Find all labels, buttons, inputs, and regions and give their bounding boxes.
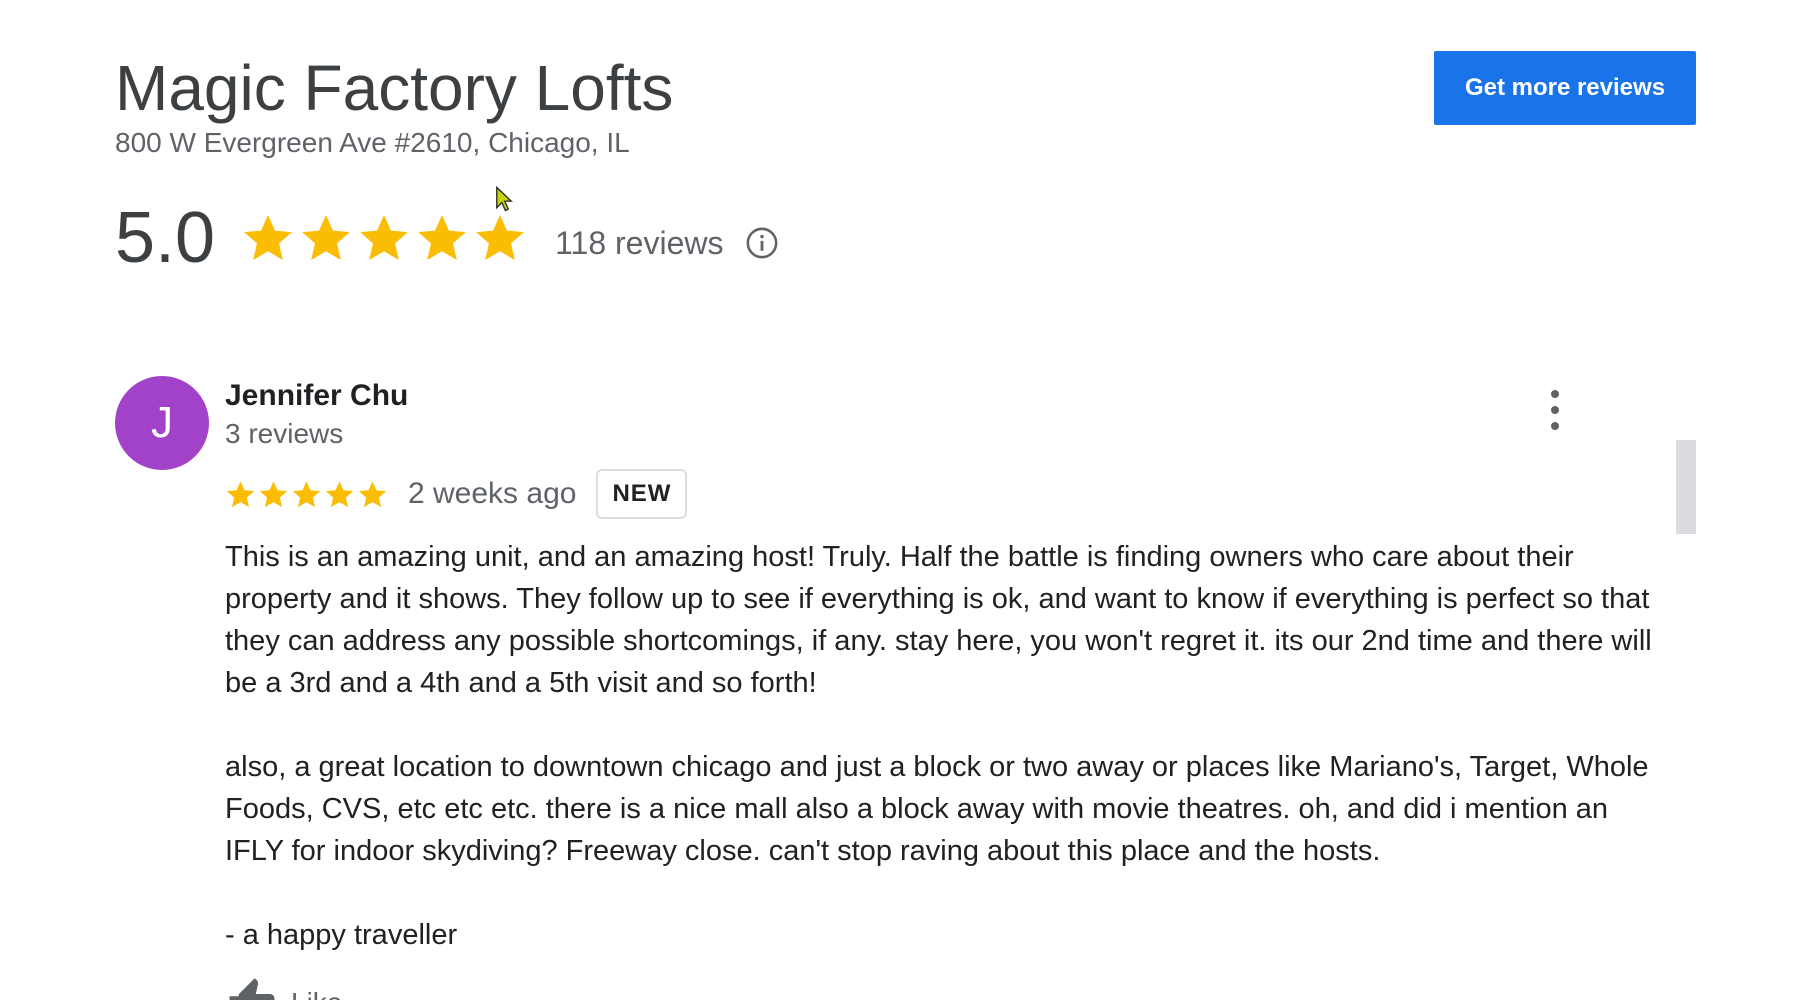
review-count: 118 reviews <box>555 224 724 261</box>
star-icon <box>418 215 466 261</box>
star-icon <box>244 215 292 261</box>
star-icon <box>302 215 350 261</box>
rating-stars <box>241 211 527 265</box>
star-icon <box>360 215 408 261</box>
review-stars <box>225 479 388 510</box>
avatar[interactable]: J <box>115 376 209 470</box>
reviews-page: Magic Factory Lofts 800 W Evergreen Ave … <box>0 0 1800 1000</box>
reviewer-name[interactable]: Jennifer Chu <box>225 376 408 416</box>
star-icon <box>292 480 321 507</box>
star-icon <box>358 480 387 507</box>
like-label: Like <box>291 987 342 1000</box>
review-paragraph: also, a great location to downtown chica… <box>225 751 1649 867</box>
review-meta: 2 weeks ago NEW <box>225 468 688 520</box>
review-body: This is an amazing unit, and an amazing … <box>225 536 1655 998</box>
new-badge: NEW <box>596 469 688 519</box>
rating-summary: 5.0 118 reviews <box>115 195 779 281</box>
review-signoff: - a happy traveller <box>225 919 458 951</box>
star-icon <box>476 215 524 261</box>
star-icon <box>325 480 354 507</box>
business-address: 800 W Evergreen Ave #2610, Chicago, IL <box>115 127 630 158</box>
rating-score: 5.0 <box>115 198 216 278</box>
mouse-cursor-icon <box>496 186 513 212</box>
star-icon <box>226 480 255 507</box>
info-icon[interactable] <box>745 226 779 260</box>
reviewer-info: Jennifer Chu 3 reviews <box>225 376 408 452</box>
like-button[interactable]: Like <box>225 976 342 1000</box>
reviewer-review-count: 3 reviews <box>225 418 344 449</box>
review-paragraph: This is an amazing unit, and an amazing … <box>225 541 1652 699</box>
get-more-reviews-button[interactable]: Get more reviews <box>1434 51 1696 125</box>
star-icon <box>259 480 288 507</box>
review-date: 2 weeks ago <box>408 477 577 510</box>
business-name: Magic Factory Lofts <box>115 52 674 124</box>
more-vertical-icon[interactable] <box>1543 388 1567 432</box>
business-header: Magic Factory Lofts 800 W Evergreen Ave … <box>115 50 673 160</box>
thumbs-up-icon <box>229 978 275 1000</box>
scrollbar-thumb[interactable] <box>1676 440 1696 534</box>
